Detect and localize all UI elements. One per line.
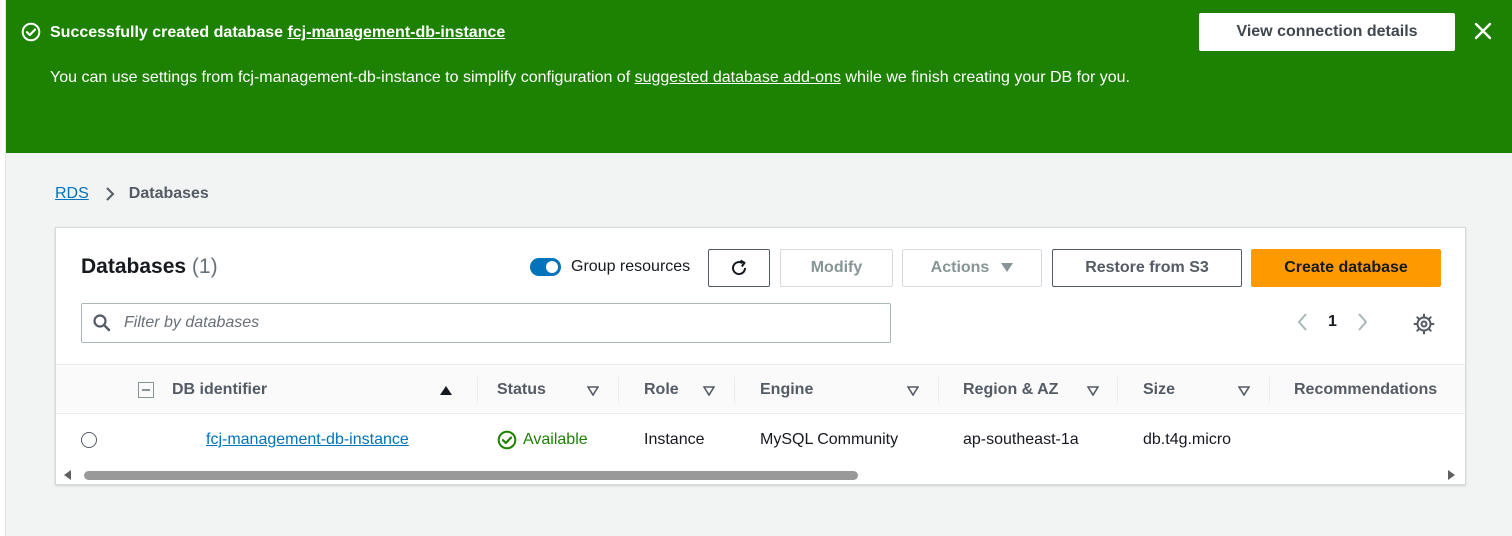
group-resources-toggle[interactable] [530,258,561,276]
chevron-right-icon[interactable] [1357,312,1369,332]
column-label: Region & AZ [963,381,1059,398]
column-divider [938,377,939,403]
flash-message-part2: while we finish creating your DB for you… [840,69,1130,86]
column-label: Recommendations [1294,381,1438,398]
status-badge: Available [497,430,588,450]
column-divider [734,377,735,403]
column-divider [1117,377,1118,403]
suggested-addons-link[interactable]: suggested database add-ons [635,69,841,86]
panel-title: Databases [81,255,187,278]
column-status[interactable]: Status [497,365,546,415]
search-icon [93,314,111,332]
column-divider [618,377,619,403]
sort-icon[interactable] [703,386,715,396]
breadcrumb-rds-link[interactable]: RDS [55,185,89,203]
close-icon[interactable] [1472,20,1494,42]
check-circle-icon [21,22,41,42]
page-title: Databases (1) [81,255,218,279]
caret-down-icon [1001,263,1014,272]
chevron-right-icon [106,187,115,201]
column-label: Engine [760,381,814,398]
sort-icon[interactable] [1087,386,1099,396]
filter-databases-input[interactable] [122,313,862,333]
flash-title: Successfully created database fcj-manage… [50,22,505,44]
column-label: Role [644,381,679,398]
sort-icon[interactable] [587,386,599,396]
engine-text: MySQL Community [760,431,899,448]
column-label: Size [1143,381,1176,398]
role-text: Instance [644,431,705,448]
breadcrumb: RDS Databases [55,183,209,205]
view-connection-details-button[interactable]: View connection details [1199,13,1455,51]
flash-title-db-link[interactable]: fcj-management-db-instance [287,24,505,41]
flash-message: You can use settings from fcj-management… [50,64,1170,91]
column-engine[interactable]: Engine [760,365,813,415]
filter-search-box [81,303,891,343]
modify-button[interactable]: Modify [780,249,893,287]
group-resources-toggle-wrap: Group resources [530,258,690,276]
column-recommendations[interactable]: Recommendations [1294,365,1437,415]
sort-ascending-icon[interactable] [440,385,452,395]
row-select-cell [81,414,97,466]
refresh-button[interactable] [708,249,770,287]
sort-icon[interactable] [1238,386,1250,396]
flash-title-prefix: Successfully created database [50,24,288,41]
breadcrumb-current: Databases [128,185,209,202]
column-divider [1269,377,1270,403]
create-database-button[interactable]: Create database [1251,249,1441,287]
table-header: DB identifier Status Role Engine Region … [56,364,1465,415]
size-cell: db.t4g.micro [1143,414,1231,466]
flash-message-part1: You can use settings from fcj-management… [50,69,635,86]
column-region-az[interactable]: Region & AZ [963,365,1058,415]
success-flash-banner: Successfully created database fcj-manage… [6,0,1512,153]
sort-icon[interactable] [907,386,919,396]
column-label: Status [497,381,546,398]
status-cell: Available [497,414,588,466]
chevron-left-icon[interactable] [1296,312,1308,332]
role-cell: Instance [644,414,704,466]
region-az-text: ap-southeast-1a [963,431,1079,448]
column-db-identifier[interactable]: DB identifier [138,365,267,415]
column-size[interactable]: Size [1143,365,1175,415]
database-count: (1) [191,255,218,278]
refresh-icon [732,259,747,276]
engine-cell: MySQL Community [760,414,898,466]
page-number[interactable]: 1 [1328,313,1337,331]
column-role[interactable]: Role [644,365,679,415]
pagination: 1 [1296,312,1369,332]
row-radio-button[interactable] [81,432,97,448]
restore-from-s3-button[interactable]: Restore from S3 [1052,249,1242,287]
scroll-left-arrow-icon[interactable] [64,470,72,480]
status-text: Available [523,431,588,448]
horizontal-scrollbar[interactable] [56,466,1465,484]
group-resources-label: Group resources [571,258,691,275]
gear-icon[interactable] [1413,313,1435,335]
databases-panel: Databases (1) Group resources Modify Act… [55,227,1466,485]
collapse-all-icon[interactable] [138,382,154,398]
size-text: db.t4g.micro [1143,431,1232,448]
table-row: fcj-management-db-instance Available Ins… [56,414,1465,466]
region-az-cell: ap-southeast-1a [963,414,1079,466]
db-identifier-link[interactable]: fcj-management-db-instance [206,431,409,449]
scrollbar-thumb[interactable] [84,471,858,480]
db-identifier-cell: fcj-management-db-instance [206,414,409,466]
actions-label: Actions [930,259,990,276]
actions-dropdown-button[interactable]: Actions [902,249,1042,287]
column-divider [477,377,478,403]
check-circle-icon [497,430,517,450]
column-label: DB identifier [172,381,268,398]
scroll-right-arrow-icon[interactable] [1447,470,1455,480]
